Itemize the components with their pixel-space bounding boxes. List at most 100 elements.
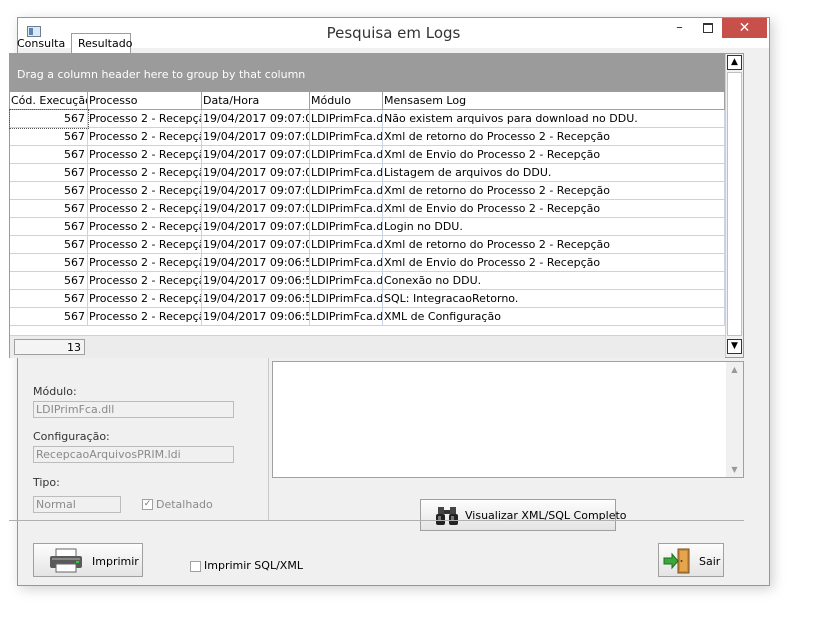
cell-data-hora[interactable]: 19/04/2017 09:07:04 [202,128,310,146]
cell-data-hora[interactable]: 19/04/2017 09:06:59 [202,290,310,308]
cell-data-hora[interactable]: 19/04/2017 09:06:59 [202,254,310,272]
cell-mensagem-log[interactable]: Xml de retorno do Processo 2 - Recepção [383,236,725,254]
table-row[interactable]: 567 Processo 2 - Recepção 19/04/2017 09:07… [10,128,725,146]
cell-mensagem-log[interactable]: XML de Configuração [383,308,725,326]
table-row[interactable]: 567 Processo 2 - Recepção 19/04/2017 09:07… [10,218,725,236]
cell-cod-execucao[interactable]: 567 [10,272,88,290]
cell-data-hora[interactable]: 19/04/2017 09:07:03 [202,182,310,200]
log-detail-memo[interactable]: ▲ ▼ [272,361,744,478]
close-button[interactable]: ✕ [722,18,767,38]
cell-processo[interactable]: Processo 2 - Recepção [88,128,202,146]
cell-cod-execucao[interactable]: 567 [10,200,88,218]
memo-scroll-down-icon[interactable]: ▼ [727,462,742,477]
column-header-mensagem-log[interactable]: Mensasem Log [383,92,725,110]
table-row[interactable]: 567 Processo 2 - Recepção 19/04/2017 09:07… [10,164,725,182]
cell-cod-execucao[interactable]: 567 [10,146,88,164]
memo-scroll-up-icon[interactable]: ▲ [727,362,742,377]
memo-scrollbar[interactable]: ▲ ▼ [726,362,743,477]
grid-vertical-scrollbar[interactable]: ▲ ▼ [725,54,743,357]
results-panel: Drag a column header here to group by th… [9,53,744,358]
cell-modulo[interactable]: LDIPrimFca.dll [310,290,383,308]
group-by-area[interactable]: Drag a column header here to group by th… [10,54,725,92]
cell-cod-execucao[interactable]: 567 [10,128,88,146]
table-row[interactable]: 567 Processo 2 - Recepção 19/04/2017 09:07… [10,236,725,254]
column-header-cod-execucao[interactable]: Cód. Execução [10,92,88,110]
cell-processo[interactable]: Processo 2 - Recepção [88,236,202,254]
column-header-processo[interactable]: Processo [88,92,202,110]
cell-cod-execucao[interactable]: 567 [9,109,89,129]
detalhado-checkbox[interactable]: ✓ [142,499,153,510]
cell-modulo[interactable]: LDIPrimFca.dll [310,236,383,254]
cell-processo[interactable]: Processo 2 - Recepção [88,290,202,308]
scroll-up-arrow-icon[interactable]: ▲ [727,55,742,70]
cell-cod-execucao[interactable]: 567 [10,254,88,272]
tab-resultado[interactable]: Resultado [71,33,132,54]
cell-mensagem-log[interactable]: Login no DDU. [383,218,725,236]
imprimir-sql-xml-checkbox[interactable] [190,561,201,572]
cell-processo[interactable]: Processo 2 - Recepção [88,110,202,128]
imprimir-button[interactable]: Imprimir [33,543,143,577]
cell-mensagem-log[interactable]: Xml de retorno do Processo 2 - Recepção [383,128,725,146]
cell-cod-execucao[interactable]: 567 [10,182,88,200]
table-row[interactable]: 567 Processo 2 - Recepção 19/04/2017 09:06… [10,272,725,290]
table-row[interactable]: 567 Processo 2 - Recepção 19/04/2017 09:07… [10,182,725,200]
cell-modulo[interactable]: LDIPrimFca.dll [310,128,383,146]
maximize-icon [702,23,713,33]
cell-data-hora[interactable]: 19/04/2017 09:07:01 [202,218,310,236]
sair-button[interactable]: Sair [658,543,724,577]
table-row[interactable]: 567 Processo 2 - Recepção 19/04/2017 09:07… [10,200,725,218]
cell-modulo[interactable]: LDIPrimFca.dll [310,218,383,236]
cell-data-hora[interactable]: 19/04/2017 09:07:03 [202,164,310,182]
cell-processo[interactable]: Processo 2 - Recepção [88,254,202,272]
cell-processo[interactable]: Processo 2 - Recepção [88,164,202,182]
cell-data-hora[interactable]: 19/04/2017 09:07:01 [202,200,310,218]
cell-mensagem-log[interactable]: Conexão no DDU. [383,272,725,290]
table-row[interactable]: 567 Processo 2 - Recepção 19/04/2017 09:06… [10,308,725,326]
cell-mensagem-log[interactable]: Xml de Envio do Processo 2 - Recepção [383,254,725,272]
table-row[interactable]: 567 Processo 2 - Recepção 19/04/2017 09:07… [10,146,725,164]
table-row[interactable]: 567 Processo 2 - Recepção 19/04/2017 09:06… [10,254,725,272]
cell-cod-execucao[interactable]: 567 [10,236,88,254]
cell-mensagem-log[interactable]: Não existem arquivos para download no DD… [383,110,725,128]
visualizar-xml-sql-button[interactable]: Visualizar XML/SQL Completo [420,499,627,531]
cell-data-hora[interactable]: 19/04/2017 09:06:59 [202,308,310,326]
cell-modulo[interactable]: LDIPrimFca.dll [310,200,383,218]
scrollbar-thumb[interactable] [727,72,742,336]
cell-modulo[interactable]: LDIPrimFca.dll [310,110,383,128]
cell-cod-execucao[interactable]: 567 [10,290,88,308]
cell-data-hora[interactable]: 19/04/2017 09:07:01 [202,236,310,254]
cell-mensagem-log[interactable]: Listagem de arquivos do DDU. [383,164,725,182]
cell-modulo[interactable]: LDIPrimFca.dll [310,146,383,164]
cell-data-hora[interactable]: 19/04/2017 09:07:04 [202,110,310,128]
maximize-button[interactable] [694,18,721,38]
cell-processo[interactable]: Processo 2 - Recepção [88,308,202,326]
column-header-modulo[interactable]: Módulo [310,92,383,110]
column-header-data-hora[interactable]: Data/Hora [202,92,310,110]
table-row[interactable]: 567 Processo 2 - Recepção 19/04/2017 09:06… [10,290,725,308]
cell-modulo[interactable]: LDIPrimFca.dll [310,254,383,272]
cell-modulo[interactable]: LDIPrimFca.dll [310,272,383,290]
minimize-button[interactable]: – [666,18,693,38]
cell-data-hora[interactable]: 19/04/2017 09:06:59 [202,272,310,290]
cell-processo[interactable]: Processo 2 - Recepção [88,146,202,164]
cell-cod-execucao[interactable]: 567 [10,218,88,236]
cell-processo[interactable]: Processo 2 - Recepção [88,218,202,236]
cell-cod-execucao[interactable]: 567 [10,164,88,182]
scroll-down-arrow-icon[interactable]: ▼ [727,339,742,354]
cell-processo[interactable]: Processo 2 - Recepção [88,272,202,290]
modulo-label: Módulo: [33,385,77,398]
cell-mensagem-log[interactable]: Xml de retorno do Processo 2 - Recepção [383,182,725,200]
configuracao-field: RecepcaoArquivosPRIM.ldi [33,446,234,463]
cell-modulo[interactable]: LDIPrimFca.dll [310,308,383,326]
tab-consulta[interactable]: Consulta [11,35,71,53]
cell-modulo[interactable]: LDIPrimFca.dll [310,182,383,200]
cell-processo[interactable]: Processo 2 - Recepção [88,200,202,218]
cell-mensagem-log[interactable]: Xml de Envio do Processo 2 - Recepção [383,146,725,164]
cell-data-hora[interactable]: 19/04/2017 09:07:03 [202,146,310,164]
cell-modulo[interactable]: LDIPrimFca.dll [310,164,383,182]
cell-mensagem-log[interactable]: Xml de Envio do Processo 2 - Recepção [383,200,725,218]
cell-processo[interactable]: Processo 2 - Recepção [88,182,202,200]
cell-mensagem-log[interactable]: SQL: IntegracaoRetorno. [383,290,725,308]
table-row[interactable]: 567 Processo 2 - Recepção 19/04/2017 09:07… [9,109,725,129]
cell-cod-execucao[interactable]: 567 [10,308,88,326]
